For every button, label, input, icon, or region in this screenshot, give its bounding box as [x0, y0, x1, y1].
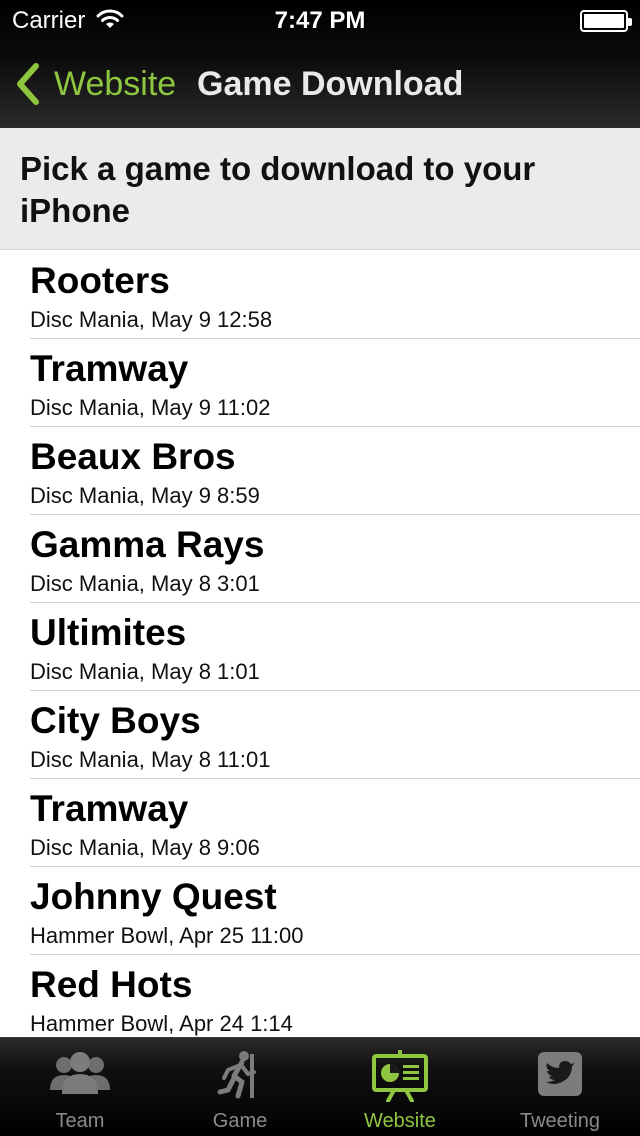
tab-team[interactable]: Team: [0, 1038, 160, 1136]
team-icon: [50, 1052, 110, 1094]
game-opponent: City Boys: [30, 700, 201, 741]
game-row[interactable]: Rooters Disc Mania, May 9 12:58: [0, 251, 640, 339]
game-row[interactable]: City Boys Disc Mania, May 8 11:01: [0, 691, 640, 779]
navigation-bar: Website Game Download: [0, 40, 640, 128]
game-row[interactable]: Beaux Bros Disc Mania, May 9 8:59: [0, 427, 640, 515]
game-details: Disc Mania, May 8 11:01: [30, 747, 271, 772]
tab-website[interactable]: Website: [320, 1038, 480, 1136]
game-details: Disc Mania, May 9 12:58: [30, 307, 273, 332]
chevron-left-icon: [17, 63, 39, 105]
clock: 7:47 PM: [274, 7, 366, 34]
runner-icon: [217, 1051, 256, 1099]
game-row[interactable]: Tramway Disc Mania, May 8 9:06: [0, 779, 640, 867]
game-details: Disc Mania, May 9 8:59: [30, 483, 260, 508]
presentation-icon: [372, 1050, 428, 1102]
game-details: Hammer Bowl, Apr 24 1:14: [30, 1011, 293, 1036]
game-details: Disc Mania, May 9 11:02: [30, 395, 271, 420]
instructions-text: Pick a game to download to your iPhone: [20, 150, 536, 229]
tab-tweeting[interactable]: Tweeting: [480, 1038, 640, 1136]
game-details: Disc Mania, May 8 3:01: [30, 571, 260, 596]
game-row[interactable]: Johnny Quest Hammer Bowl, Apr 25 11:00: [0, 867, 640, 955]
tab-bar: Team Game Website Tweeting: [0, 1037, 640, 1136]
screen: Carrier 7:47 PM Website Game Download Pi…: [0, 0, 640, 1136]
top-bar: Carrier 7:47 PM Website Game Download: [0, 0, 640, 128]
game-row[interactable]: Tramway Disc Mania, May 9 11:02: [0, 339, 640, 427]
tab-label: Team: [55, 1110, 105, 1132]
game-details: Disc Mania, May 8 1:01: [30, 659, 260, 684]
twitter-bird-icon: [538, 1052, 582, 1096]
tab-label: Tweeting: [519, 1110, 601, 1132]
page-title: Game Download: [197, 65, 464, 103]
game-list[interactable]: Rooters Disc Mania, May 9 12:58 Tramway …: [0, 251, 640, 1037]
game-details: Disc Mania, May 8 9:06: [30, 835, 260, 860]
tab-game[interactable]: Game: [160, 1038, 320, 1136]
game-opponent: Ultimites: [30, 612, 187, 653]
game-opponent: Johnny Quest: [30, 876, 277, 917]
game-opponent: Red Hots: [30, 964, 193, 1005]
game-opponent: Beaux Bros: [30, 436, 236, 477]
game-row[interactable]: Ultimites Disc Mania, May 8 1:01: [0, 603, 640, 691]
instructions-header: Pick a game to download to your iPhone: [0, 128, 640, 250]
tab-label: Game: [212, 1110, 268, 1132]
game-opponent: Tramway: [30, 348, 189, 389]
battery-icon: [580, 10, 632, 32]
game-row[interactable]: Red Hots Hammer Bowl, Apr 24 1:14: [0, 955, 640, 1037]
back-button[interactable]: Website: [14, 62, 176, 106]
game-row[interactable]: Gamma Rays Disc Mania, May 8 3:01: [0, 515, 640, 603]
game-opponent: Gamma Rays: [30, 524, 265, 565]
game-opponent: Rooters: [30, 260, 170, 301]
game-details: Hammer Bowl, Apr 25 11:00: [30, 923, 304, 948]
back-button-label: Website: [54, 65, 177, 103]
status-bar: Carrier 7:47 PM: [0, 0, 640, 40]
game-opponent: Tramway: [30, 788, 189, 829]
tab-label: Website: [364, 1110, 436, 1132]
